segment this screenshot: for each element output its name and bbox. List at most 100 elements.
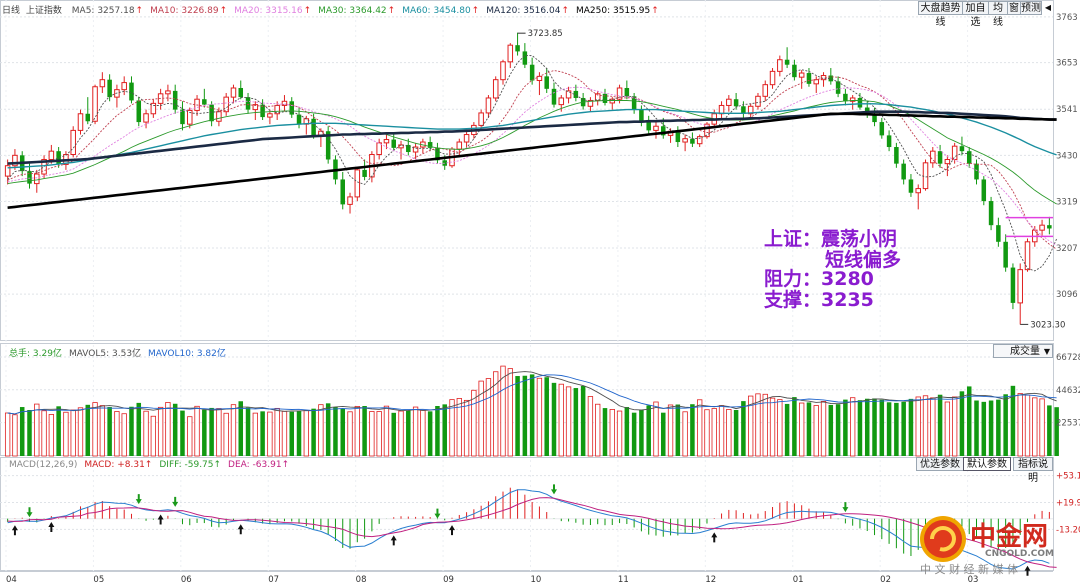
scroll-up-icon[interactable]: ◀	[1043, 2, 1053, 14]
volume-bar-down	[901, 401, 906, 456]
volume-bar-down	[427, 411, 433, 456]
candle-body-down	[551, 88, 557, 105]
candle-body-down	[806, 73, 812, 84]
month-tick-label: 05	[93, 575, 104, 585]
candle-body-up	[463, 134, 470, 143]
buy-arrow-icon	[237, 524, 244, 535]
volume-bar-up	[762, 393, 768, 457]
volume-bar-down	[857, 400, 863, 456]
volume-bar-up	[157, 406, 164, 457]
volume-bar-up	[230, 404, 237, 457]
volume-bar-down	[202, 409, 207, 456]
volume-bar-down	[391, 412, 396, 456]
volume-bar-down	[843, 399, 848, 456]
volume-bar-up	[915, 396, 921, 457]
volume-bar-down	[333, 407, 338, 456]
candle-body-down	[996, 225, 1001, 242]
ma-button[interactable]: 均线	[988, 1, 1008, 28]
candle-body-down	[981, 179, 987, 202]
volume-bar-up	[565, 386, 572, 457]
indicator-help-button[interactable]: 指标说明	[1013, 457, 1053, 484]
candle-body-up	[48, 150, 55, 160]
candle-body-down	[340, 179, 345, 205]
volume-bar-down	[675, 404, 681, 456]
candle-body-down	[85, 113, 91, 122]
volume-bar-up	[99, 405, 106, 457]
volume-bar-up	[609, 409, 615, 457]
trendline-button[interactable]: 大盘趋势线	[918, 1, 963, 28]
stock-chart-canvas: 3723.853023.30 3763365335413430331932073…	[0, 0, 1080, 585]
price-tick-label: 3653	[1056, 59, 1078, 69]
candle-body-down	[886, 135, 892, 148]
volume-bar-up	[1039, 398, 1045, 457]
up-arrow-icon: ↑	[135, 6, 144, 16]
candle-body-down	[209, 104, 214, 122]
buy-arrow-icon	[1024, 565, 1031, 576]
month-tick-label: 11	[618, 575, 629, 585]
candle-body-down	[529, 64, 535, 81]
candle-body-up	[922, 162, 929, 190]
volume-bar-up	[318, 404, 324, 457]
volume-bar-up	[187, 416, 193, 457]
add-watchlist-button[interactable]: 加自选	[962, 1, 989, 28]
volume-bar-up	[951, 396, 958, 457]
volume-bar-up	[70, 409, 76, 457]
up-arrow-icon: ↑	[471, 6, 480, 16]
optimal-params-button[interactable]: 优选参数	[916, 457, 964, 471]
candle-body-up	[726, 98, 732, 106]
volume-bar-up	[850, 397, 856, 457]
volume-bar-up	[420, 409, 426, 457]
candle-body-down	[172, 90, 178, 110]
candle-body-down	[27, 171, 32, 184]
candle-body-down	[391, 139, 396, 148]
candle-body-up	[777, 59, 783, 72]
volume-bar-down	[580, 385, 586, 456]
candle-body-down	[624, 87, 630, 97]
volume-bar-down	[639, 410, 644, 456]
volume-bar-down	[129, 406, 134, 456]
forecast-button[interactable]: 预测	[1020, 1, 1042, 15]
volume-bar-up	[718, 405, 725, 457]
volume-tick-label: 44632	[1056, 386, 1080, 396]
volume-tick-label: 22537	[1056, 419, 1080, 429]
volume-bar-down	[690, 404, 695, 456]
month-tick-label: 12	[705, 575, 716, 585]
volume-bar-down	[544, 377, 549, 456]
candle-body-up	[230, 87, 237, 98]
candle-body-down	[988, 201, 994, 226]
index-name: 上证指数	[25, 6, 62, 16]
volume-bar-down	[435, 406, 440, 456]
volume-bar-up	[274, 407, 280, 457]
default-params-button[interactable]: 默认参数	[963, 457, 1011, 471]
volume-bar-down	[1003, 394, 1008, 456]
volume-bar-up	[347, 411, 353, 457]
watermark-name: 中金网	[970, 522, 1049, 552]
window-button[interactable]: 窗	[1007, 1, 1021, 15]
ma-legend-item: MA60: 3454.80	[402, 6, 471, 16]
month-tick-label: 10	[531, 575, 542, 585]
volume-bar-down	[872, 398, 877, 456]
volume-bar-down	[56, 406, 61, 456]
volume-bar-up	[114, 411, 120, 457]
volume-bar-up	[558, 383, 564, 457]
candle-body-down	[908, 179, 914, 193]
ma-legend-item: MA250: 3515.95	[575, 6, 651, 16]
volume-bar-down	[172, 403, 178, 456]
candle-body-up	[70, 129, 76, 156]
macd-legend-item: DIFF: -59.75↑	[159, 460, 222, 470]
volume-bar-down	[988, 400, 994, 456]
volume-bar-down	[661, 412, 666, 456]
volume-bar-down	[879, 399, 885, 456]
volume-bar-up	[121, 413, 127, 457]
period-label: 日线	[2, 6, 21, 16]
volume-bar-up	[820, 401, 827, 457]
candle-body-down	[966, 151, 972, 164]
price-tick-label: 3319	[1056, 197, 1078, 207]
buy-arrow-icon	[390, 535, 397, 546]
volume-bar-down	[1047, 405, 1052, 456]
ma-legend-item: MA120: 3516.04	[486, 6, 561, 16]
volume-bar-down	[311, 408, 316, 456]
month-tick-label: 06	[181, 575, 192, 585]
volume-indicator-dropdown[interactable]: 成交量 ▼	[993, 344, 1053, 358]
candle-body-up	[951, 145, 958, 160]
